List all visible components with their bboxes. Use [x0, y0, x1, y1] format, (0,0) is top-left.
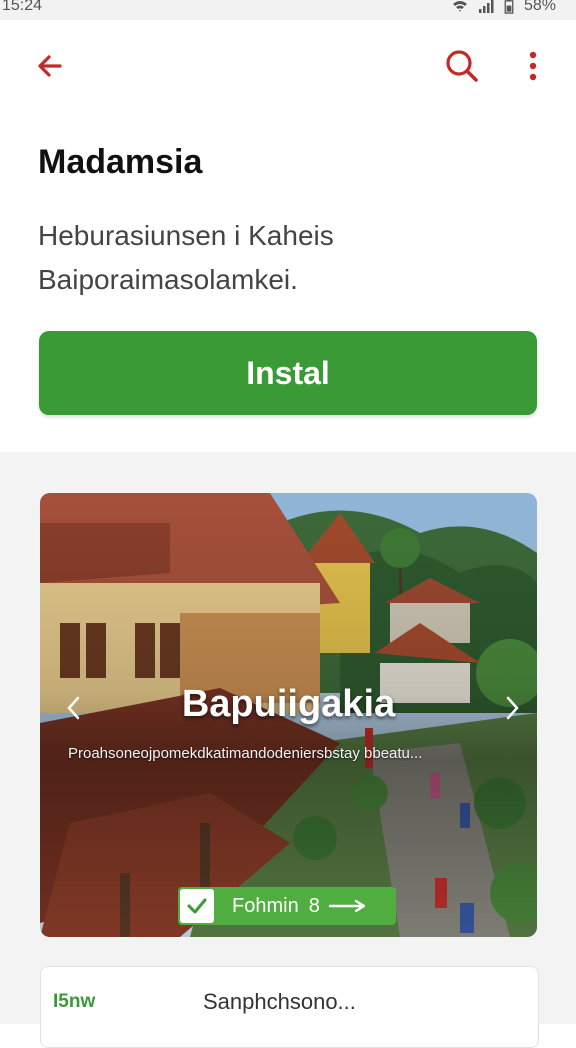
info-card[interactable]: I5nw Sanphchsono...: [40, 966, 539, 1048]
battery-level: 58%: [524, 0, 556, 15]
screenshot-action-button[interactable]: Fohmin 8: [178, 887, 396, 925]
app-description: Heburasiunsen i Kaheis Baiporaimasolamke…: [38, 214, 518, 302]
more-options-button[interactable]: [518, 46, 548, 86]
action-button-label: Fohmin: [232, 895, 299, 918]
app-description-line-2: Baiporaimasolamkei.: [38, 258, 518, 302]
back-button[interactable]: [30, 46, 70, 86]
app-title: Madamsia: [38, 143, 202, 182]
screenshot-title: Bapuiigakia: [40, 683, 537, 726]
battery-icon: [504, 0, 514, 14]
top-app-bar: [0, 20, 576, 110]
action-button-suffix: 8: [309, 895, 320, 918]
wifi-icon: [452, 0, 468, 13]
check-icon: [185, 894, 209, 918]
check-icon-box: [180, 889, 214, 923]
status-bar: 15:24 58%: [0, 0, 576, 20]
info-card-title: Sanphchsono...: [203, 989, 356, 1015]
info-card-badge: I5nw: [53, 991, 95, 1013]
signal-icon: [478, 0, 494, 13]
screenshot-card[interactable]: Bapuiigakia Proahsoneojpomekdkatimandode…: [40, 493, 537, 937]
app-description-line-1: Heburasiunsen i Kaheis: [38, 214, 518, 258]
install-button[interactable]: Instal: [39, 331, 537, 415]
search-button[interactable]: [440, 44, 484, 88]
status-time: 15:24: [2, 0, 42, 15]
more-vert-icon: [518, 46, 548, 86]
screenshot-subtitle: Proahsoneojpomekdkatimandodeniersbstay b…: [68, 745, 488, 762]
arrow-right-icon: [328, 899, 368, 913]
search-icon: [440, 44, 484, 88]
arrow-left-icon: [30, 46, 70, 86]
